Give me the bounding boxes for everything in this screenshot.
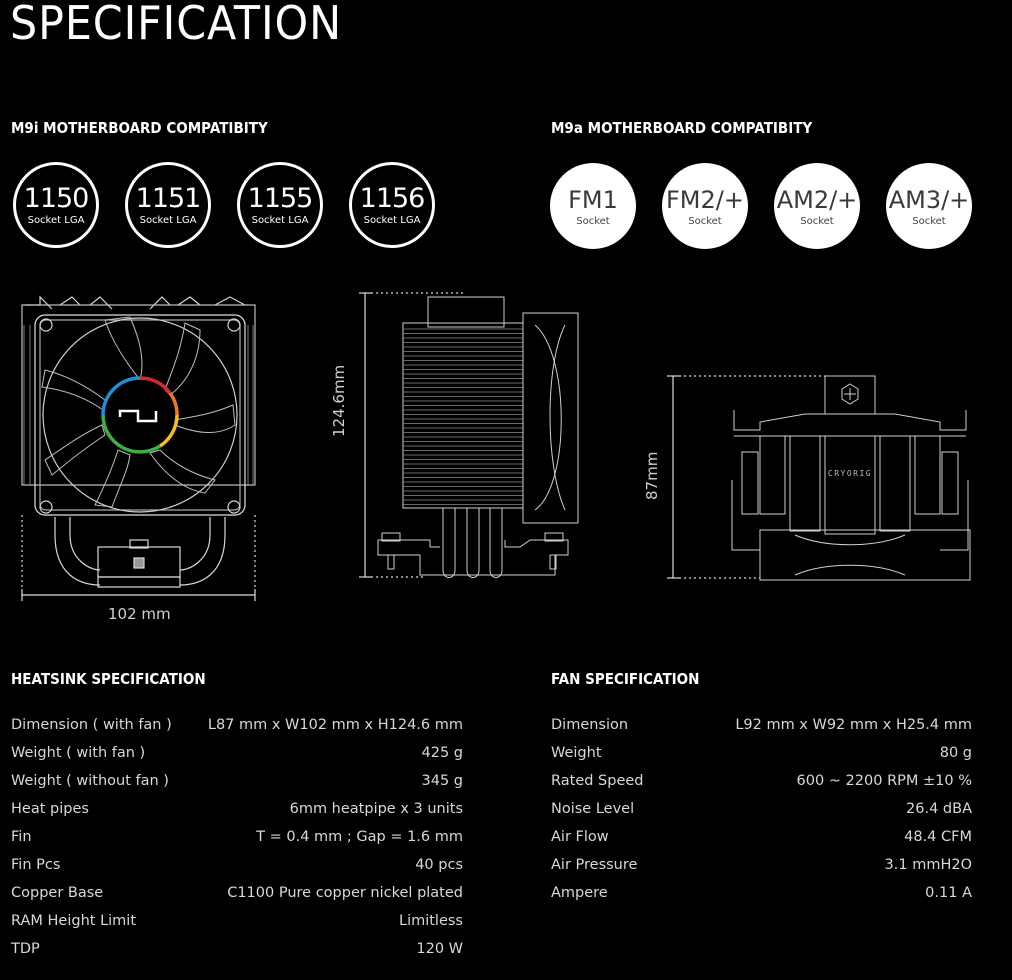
spec-value: 80 g bbox=[939, 745, 972, 761]
socket-name: AM3/+ bbox=[888, 185, 970, 214]
spec-value: 26.4 dBA bbox=[906, 801, 972, 817]
spec-row-ram-height-limit: RAM Height Limit Limitless bbox=[11, 907, 463, 935]
cryorig-brand-text: CRYORIG bbox=[828, 469, 872, 478]
spec-label: Weight ( with fan ) bbox=[11, 745, 146, 761]
spec-label: Heat pipes bbox=[11, 801, 89, 817]
spec-row-copper-base: Copper Base C1100 Pure copper nickel plat… bbox=[11, 879, 463, 907]
spec-value: 6mm heatpipe x 3 units bbox=[289, 801, 463, 817]
spec-label: Noise Level bbox=[551, 801, 635, 817]
socket-name: FM1 bbox=[568, 185, 618, 214]
socket-name: FM2/+ bbox=[666, 185, 744, 214]
cooler-side-view-diagram bbox=[359, 292, 579, 578]
m9a-compatibility-heading: M9a MOTHERBOARD COMPATIBITY bbox=[551, 119, 813, 137]
spec-row-noise-level: Noise Level 26.4 dBA bbox=[551, 795, 972, 823]
spec-label: Weight ( without fan ) bbox=[11, 773, 169, 789]
spec-row-dimension: Dimension ( with fan ) L87 mm x W102 mm x… bbox=[11, 711, 463, 739]
socket-badge-am3: AM3/+ Socket bbox=[886, 163, 972, 249]
spec-row-air-pressure: Air Pressure 3.1 mmH2O bbox=[551, 851, 972, 879]
socket-name: AM2/+ bbox=[776, 185, 858, 214]
spec-row-fin-pcs: Fin Pcs 40 pcs bbox=[11, 851, 463, 879]
socket-name: 1155 bbox=[247, 182, 314, 214]
heatsink-spec-heading: HEATSINK SPECIFICATION bbox=[11, 670, 206, 688]
spec-label: TDP bbox=[11, 941, 40, 957]
spec-value: 600 ~ 2200 RPM ±10 % bbox=[796, 773, 972, 789]
heatsink-spec-table: Dimension ( with fan ) L87 mm x W102 mm x… bbox=[11, 711, 463, 963]
page-title: SPECIFICATION bbox=[10, 0, 343, 50]
socket-type: Socket bbox=[576, 215, 610, 227]
spec-value: T = 0.4 mm ; Gap = 1.6 mm bbox=[256, 829, 463, 845]
spec-value: C1100 Pure copper nickel plated bbox=[227, 885, 463, 901]
socket-type: Socket LGA bbox=[139, 214, 197, 226]
spec-value: L87 mm x W102 mm x H124.6 mm bbox=[207, 717, 463, 733]
spec-label: Copper Base bbox=[11, 885, 104, 901]
spec-value: 48.4 CFM bbox=[904, 829, 972, 845]
spec-row-heat-pipes: Heat pipes 6mm heatpipe x 3 units bbox=[11, 795, 463, 823]
socket-badge-am2: AM2/+ Socket bbox=[774, 163, 860, 249]
socket-type: Socket bbox=[912, 215, 946, 227]
spec-value: 3.1 mmH2O bbox=[884, 857, 972, 873]
spec-row-weight-without-fan: Weight ( without fan ) 345 g bbox=[11, 767, 463, 795]
socket-type: Socket bbox=[800, 215, 834, 227]
spec-value: Limitless bbox=[398, 913, 463, 929]
socket-name: 1151 bbox=[135, 182, 202, 214]
spec-value: 0.11 A bbox=[925, 885, 972, 901]
spec-value: 120 W bbox=[416, 941, 463, 957]
socket-type: Socket LGA bbox=[363, 214, 421, 226]
spec-label: Ampere bbox=[551, 885, 608, 901]
spec-row-tdp: TDP 120 W bbox=[11, 935, 463, 963]
top-height-dimension-label: 87mm bbox=[643, 451, 661, 500]
spec-row-weight-with-fan: Weight ( with fan ) 425 g bbox=[11, 739, 463, 767]
spec-label: Weight bbox=[551, 745, 602, 761]
fan-spec-table: Dimension L92 mm x W92 mm x H25.4 mm Weig… bbox=[551, 711, 972, 907]
side-height-dimension-label: 124.6mm bbox=[330, 364, 348, 437]
spec-row-fin: Fin T = 0.4 mm ; Gap = 1.6 mm bbox=[11, 823, 463, 851]
spec-value: 425 g bbox=[421, 745, 464, 761]
spec-row-weight: Weight 80 g bbox=[551, 739, 972, 767]
spec-value: 345 g bbox=[421, 773, 464, 789]
spec-label: RAM Height Limit bbox=[11, 913, 137, 929]
spec-row-air-flow: Air Flow 48.4 CFM bbox=[551, 823, 972, 851]
socket-badge-1150: 1150 Socket LGA bbox=[13, 162, 99, 248]
spec-value: 40 pcs bbox=[415, 857, 463, 873]
spec-label: Fin bbox=[11, 829, 32, 845]
socket-name: 1156 bbox=[359, 182, 426, 214]
spec-label: Dimension ( with fan ) bbox=[11, 717, 172, 733]
spec-row-dimension: Dimension L92 mm x W92 mm x H25.4 mm bbox=[551, 711, 972, 739]
spec-row-ampere: Ampere 0.11 A bbox=[551, 879, 972, 907]
socket-type: Socket LGA bbox=[27, 214, 85, 226]
width-dimension-label: 102 mm bbox=[108, 605, 171, 623]
spec-label: Dimension bbox=[551, 717, 629, 733]
socket-badge-1155: 1155 Socket LGA bbox=[237, 162, 323, 248]
socket-type: Socket bbox=[688, 215, 722, 227]
spec-row-rated-speed: Rated Speed 600 ~ 2200 RPM ±10 % bbox=[551, 767, 972, 795]
socket-badge-1151: 1151 Socket LGA bbox=[125, 162, 211, 248]
spec-value: L92 mm x W92 mm x H25.4 mm bbox=[735, 717, 972, 733]
spec-label: Fin Pcs bbox=[11, 857, 61, 873]
fan-spec-heading: FAN SPECIFICATION bbox=[551, 670, 700, 688]
spec-label: Air Flow bbox=[551, 829, 609, 845]
cooler-front-view-diagram bbox=[21, 295, 256, 601]
socket-badge-fm2: FM2/+ Socket bbox=[662, 163, 748, 249]
m9i-compatibility-heading: M9i MOTHERBOARD COMPATIBITY bbox=[11, 119, 268, 137]
socket-type: Socket LGA bbox=[251, 214, 309, 226]
socket-name: 1150 bbox=[23, 182, 90, 214]
socket-badge-1156: 1156 Socket LGA bbox=[349, 162, 435, 248]
socket-badge-fm1: FM1 Socket bbox=[550, 163, 636, 249]
spec-label: Rated Speed bbox=[551, 773, 644, 789]
cooler-top-view-diagram: CRYORIG bbox=[667, 375, 971, 581]
spec-label: Air Pressure bbox=[551, 857, 638, 873]
